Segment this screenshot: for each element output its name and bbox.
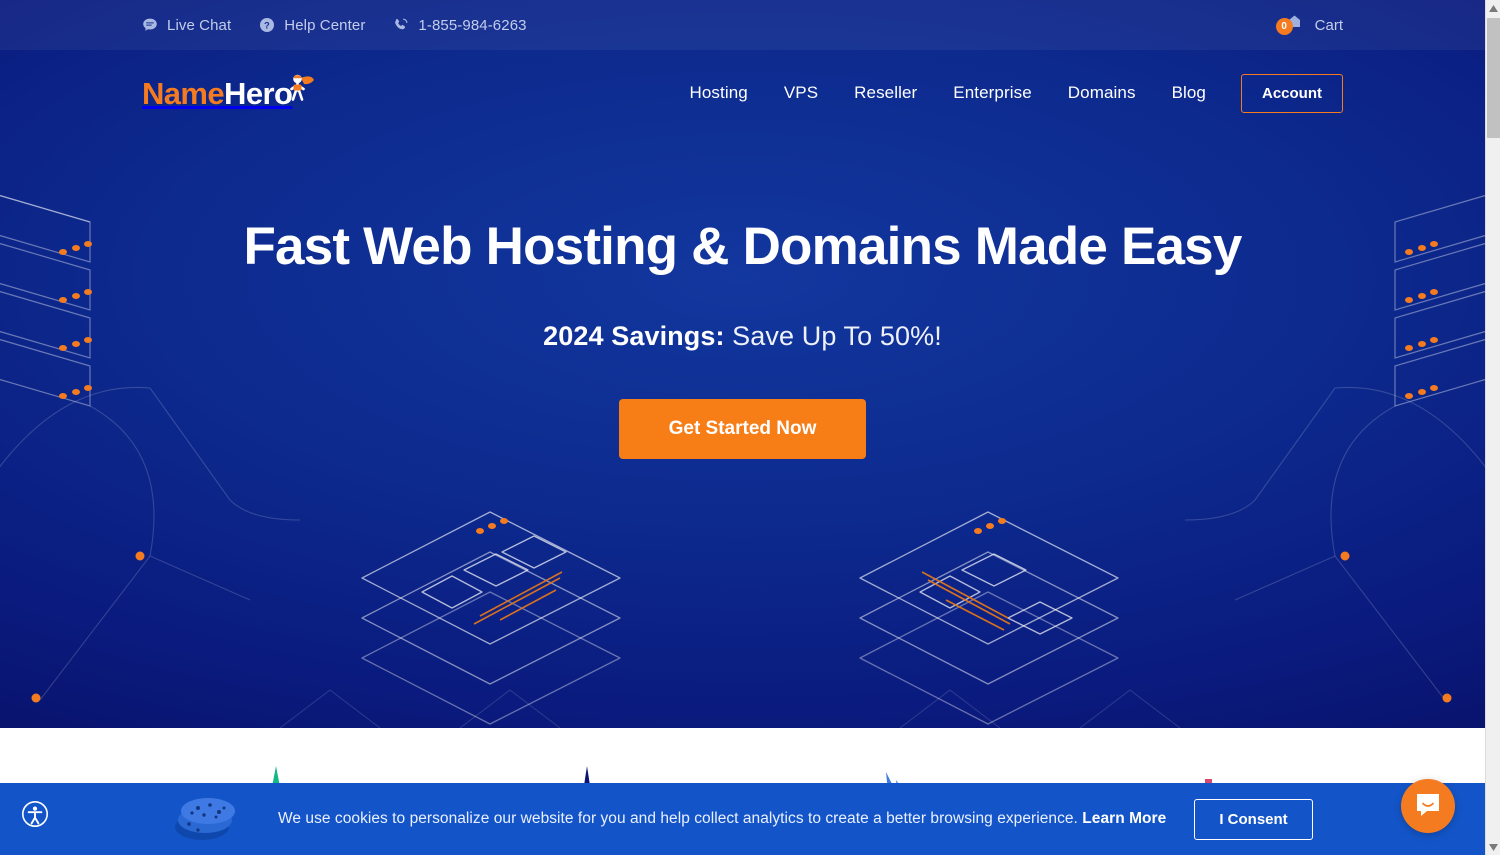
hero-subtitle: 2024 Savings: Save Up To 50%! [0, 321, 1485, 352]
cookie-consent-text: We use cookies to personalize our websit… [278, 810, 1166, 828]
cookies-stack-icon [172, 790, 242, 849]
phone-link[interactable]: 1-855-984-6263 [393, 17, 526, 34]
get-started-button[interactable]: Get Started Now [618, 399, 867, 460]
scroll-down-arrow[interactable] [1486, 839, 1500, 855]
main-navigation-bar: NameHero Hosting VPS Reseller Enterprise… [0, 50, 1485, 136]
live-chat-link[interactable]: Live Chat [142, 17, 231, 34]
cookie-message: We use cookies to personalize our websit… [278, 810, 1078, 827]
scroll-up-arrow[interactable] [1486, 0, 1500, 16]
live-chat-label: Live Chat [167, 16, 232, 34]
hero-subtitle-emphasis: 2024 Savings: [543, 321, 725, 352]
chat-bubble-icon [142, 17, 158, 33]
superhero-mascot-icon [280, 71, 316, 110]
accessibility-person-icon [21, 800, 49, 831]
chat-widget-button[interactable] [1401, 779, 1455, 833]
page-title: Fast Web Hosting & Domains Made Easy [243, 217, 1242, 276]
nav-item-blog[interactable]: Blog [1154, 77, 1224, 109]
nav-item-reseller[interactable]: Reseller [836, 77, 935, 109]
intercom-chat-icon [1413, 790, 1443, 823]
page-scrollbar[interactable] [1485, 0, 1500, 855]
cookie-consent-banner: We use cookies to personalize our websit… [0, 783, 1485, 855]
i-consent-button[interactable]: I Consent [1194, 798, 1313, 840]
hero-subtitle-rest: Save Up To 50%! [724, 321, 942, 352]
logo-name-text: Name [142, 75, 225, 111]
page-root: Live Chat ? Help Center 1-855-984-6263 0… [0, 0, 1500, 855]
top-utility-bar: Live Chat ? Help Center 1-855-984-6263 0… [0, 0, 1485, 50]
top-utility-links: Live Chat ? Help Center 1-855-984-6263 [142, 17, 527, 34]
cart-count-badge: 0 [1275, 18, 1293, 35]
scrollbar-thumb[interactable] [1487, 18, 1500, 138]
nav-item-enterprise[interactable]: Enterprise [935, 77, 1049, 109]
nav-item-hosting[interactable]: Hosting [671, 77, 765, 109]
nav-item-vps[interactable]: VPS [766, 77, 836, 109]
help-center-label: Help Center [284, 16, 366, 34]
browser-viewport: Live Chat ? Help Center 1-855-984-6263 0… [0, 0, 1485, 855]
nav-item-domains[interactable]: Domains [1050, 77, 1154, 109]
primary-nav: Hosting VPS Reseller Enterprise Domains … [671, 73, 1343, 113]
question-circle-icon: ? [259, 17, 275, 33]
cart-link[interactable]: 0 Cart [1275, 14, 1343, 36]
hero-section: Live Chat ? Help Center 1-855-984-6263 0… [0, 0, 1485, 728]
help-center-link[interactable]: ? Help Center [259, 17, 365, 34]
cart-label: Cart [1314, 16, 1343, 34]
phone-icon [393, 17, 409, 33]
svg-text:?: ? [264, 21, 270, 32]
top-utility-right: 0 Cart [1275, 14, 1343, 36]
shopping-bag-icon: 0 [1275, 14, 1306, 36]
accessibility-widget-button[interactable] [15, 795, 55, 835]
phone-number-label: 1-855-984-6263 [418, 16, 527, 34]
site-logo[interactable]: NameHero [142, 73, 316, 113]
learn-more-link[interactable]: Learn More [1082, 810, 1166, 827]
account-button[interactable]: Account [1241, 73, 1343, 113]
